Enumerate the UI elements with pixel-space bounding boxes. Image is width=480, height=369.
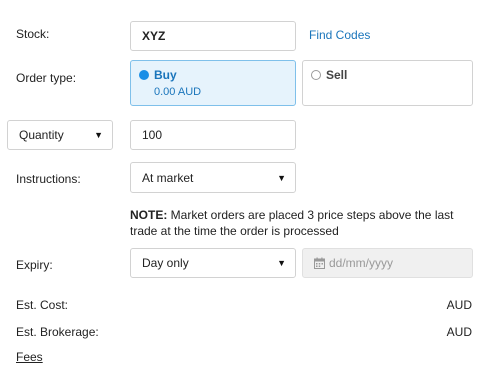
est-cost-label: Est. Cost: [16, 298, 69, 312]
find-codes-link[interactable]: Find Codes [309, 28, 370, 42]
sell-label: Sell [326, 68, 348, 82]
quantity-mode-value: Quantity [19, 128, 64, 142]
est-cost-currency: AUD [446, 298, 472, 312]
expiry-label: Expiry: [16, 258, 53, 272]
caret-down-icon: ▼ [94, 130, 103, 140]
est-brokerage-currency: AUD [446, 325, 472, 339]
fees-link[interactable]: Fees [16, 350, 43, 364]
quantity-mode-select[interactable]: Quantity ▼ [7, 120, 113, 150]
buy-option[interactable]: Buy 0.00 AUD [130, 60, 296, 106]
quantity-input[interactable]: 100 [130, 120, 296, 150]
stock-input[interactable]: XYZ [130, 21, 296, 51]
instructions-value: At market [142, 170, 194, 185]
note-text: Market orders are placed 3 price steps a… [130, 208, 454, 238]
buy-radio-selected[interactable] [139, 70, 149, 80]
sell-radio[interactable] [311, 70, 321, 80]
order-type-label: Order type: [16, 71, 77, 85]
caret-down-icon: ▼ [277, 258, 286, 268]
buy-label: Buy [154, 68, 177, 82]
est-brokerage-label: Est. Brokerage: [16, 325, 99, 339]
caret-down-icon: ▼ [277, 172, 286, 183]
sell-option[interactable]: Sell [302, 60, 473, 106]
instructions-select[interactable]: At market ▼ [130, 162, 296, 193]
note-prefix: NOTE: [130, 208, 168, 222]
expiry-date-input[interactable]: dd/mm/yyyy [302, 248, 473, 278]
calendar-icon [314, 257, 325, 269]
expiry-select[interactable]: Day only ▼ [130, 248, 296, 278]
instructions-label: Instructions: [16, 172, 81, 186]
stock-label: Stock: [16, 27, 50, 41]
date-placeholder: dd/mm/yyyy [329, 256, 394, 270]
buy-amount: 0.00 AUD [154, 86, 202, 98]
market-order-note: NOTE: Market orders are placed 3 price s… [130, 207, 470, 239]
expiry-value: Day only [142, 256, 189, 270]
